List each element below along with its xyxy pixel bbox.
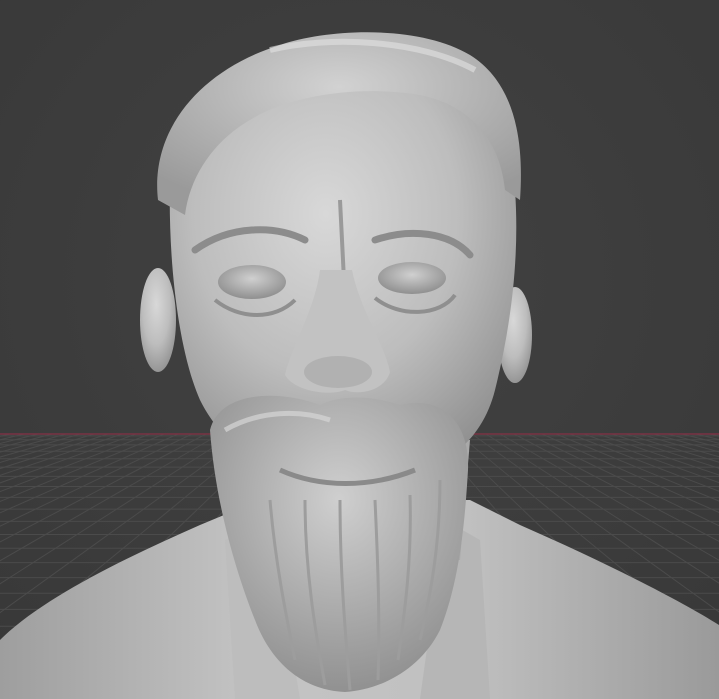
right-eye xyxy=(378,262,446,294)
left-ear xyxy=(140,268,176,372)
nose-tip xyxy=(304,356,372,388)
left-eye xyxy=(218,265,286,299)
3d-viewport[interactable] xyxy=(0,0,719,699)
viewport-canvas[interactable] xyxy=(0,0,719,699)
